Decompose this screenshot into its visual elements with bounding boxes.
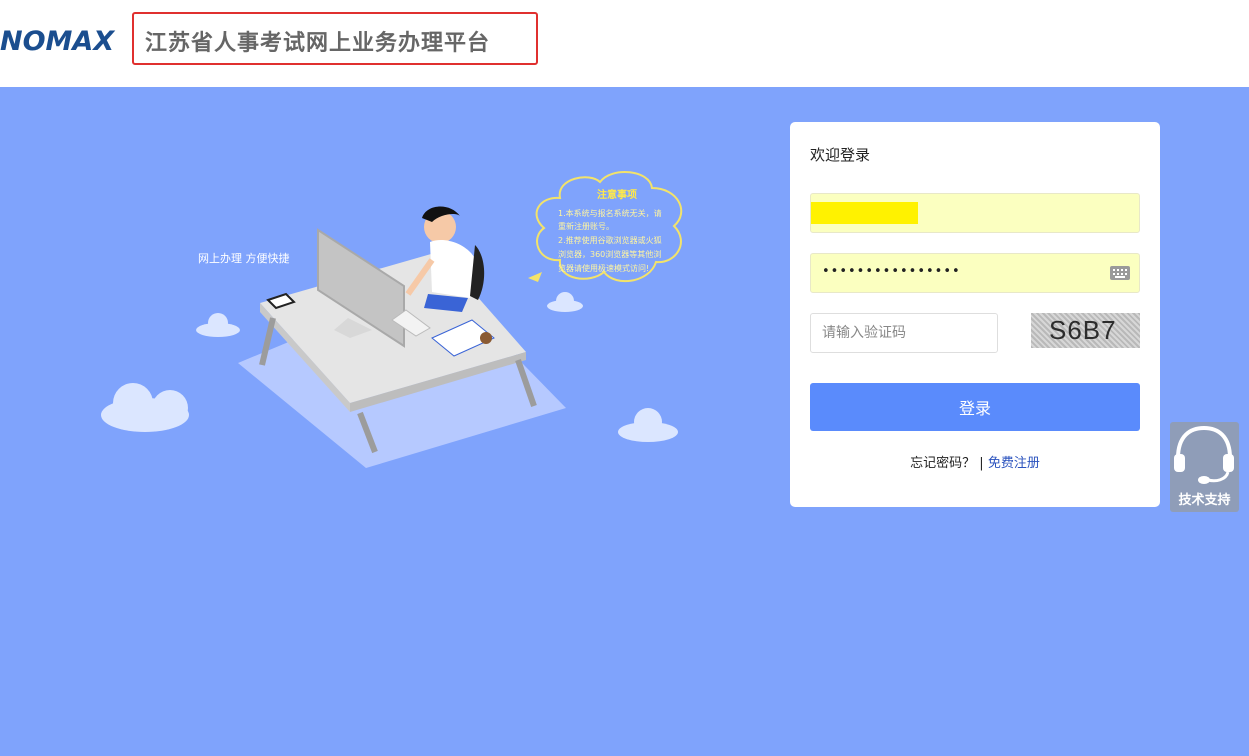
- keyboard-icon[interactable]: [1110, 266, 1130, 280]
- account-links: 忘记密码？ | 免费注册: [790, 452, 1160, 471]
- notice-line-2: 重新注册账号。: [558, 221, 614, 231]
- tech-support-label: 技术支持: [1178, 493, 1231, 508]
- captcha-code: S6B7: [1049, 315, 1117, 345]
- username-redaction: [811, 202, 918, 224]
- forgot-password-link[interactable]: 忘记密码？: [910, 456, 975, 471]
- cloud-small-left: [196, 313, 240, 337]
- office-illustration: 注意事项 1.本系统与报名系统无关，请 重新注册账号。 2.推荐使用谷歌浏览器或…: [101, 170, 683, 468]
- login-button[interactable]: 登录: [810, 383, 1140, 431]
- cloud-left: [101, 383, 189, 432]
- password-field[interactable]: ••••••••••••••••: [810, 253, 1140, 293]
- notice-line-5: 览器请使用极速模式访问!: [558, 263, 649, 273]
- notice-title: 注意事项: [597, 188, 637, 201]
- notice-line-1: 1.本系统与报名系统无关，请: [558, 208, 662, 218]
- link-separator: |: [979, 456, 984, 471]
- slogan: 网上办理 方便快捷: [198, 251, 290, 265]
- coffee-cup: [480, 332, 492, 344]
- welcome-heading: 欢迎登录: [810, 146, 871, 164]
- captcha-image[interactable]: S6B7: [1031, 313, 1140, 348]
- cloud-mid: [547, 292, 583, 312]
- password-mask: ••••••••••••••••: [822, 264, 961, 279]
- notice-line-3: 2.推荐使用谷歌浏览器或火狐: [558, 235, 662, 245]
- login-card: 欢迎登录 •••••••••••••••• S6B7 登录 忘记密码？ | 免费…: [790, 122, 1160, 507]
- logo-text: NOMAX: [0, 26, 115, 57]
- notice-line-4: 浏览器，360浏览器等其他浏: [558, 249, 661, 259]
- tech-support-button[interactable]: 技术支持: [1170, 422, 1239, 512]
- nomax-logo[interactable]: NOMAX: [0, 22, 134, 58]
- cloud-right: [618, 408, 678, 442]
- username-field[interactable]: [810, 193, 1140, 233]
- headset-icon: [1174, 425, 1234, 484]
- register-link[interactable]: 免费注册: [988, 456, 1040, 471]
- platform-title: 江苏省人事考试网上业务办理平台: [145, 31, 491, 56]
- page-header: NOMAX 江苏省人事考试网上业务办理平台: [0, 0, 1249, 87]
- captcha-input[interactable]: [810, 313, 998, 353]
